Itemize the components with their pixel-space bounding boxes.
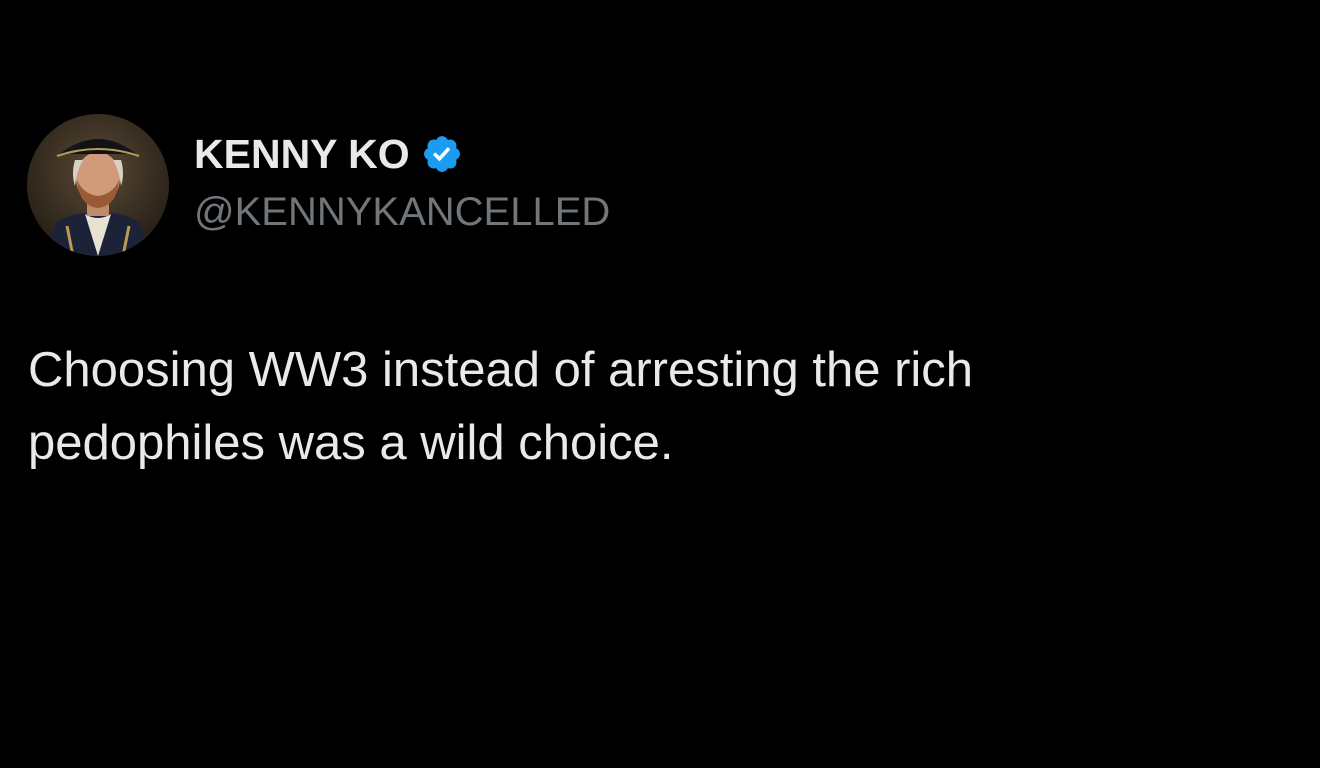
tweet-text-line: pedophiles was a wild choice.	[28, 416, 674, 470]
verified-badge-icon[interactable]	[421, 133, 463, 175]
avatar[interactable]	[27, 114, 169, 256]
author-display-name[interactable]: KENNY KO	[194, 131, 410, 178]
tweet-text: Choosing WW3 instead of arresting the ri…	[28, 334, 1168, 480]
tweet-card: KENNY KO @KENNYKANCELLED Choosing WW3 in…	[0, 0, 1320, 768]
author-handle[interactable]: @KENNYKANCELLED	[194, 190, 610, 235]
tweet-text-line: Choosing WW3 instead of arresting the ri…	[28, 343, 974, 397]
avatar-icon	[27, 114, 169, 256]
author-name-row: KENNY KO	[194, 130, 463, 178]
